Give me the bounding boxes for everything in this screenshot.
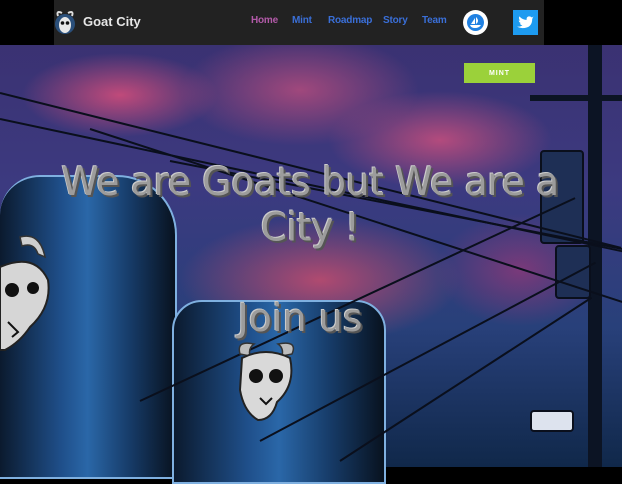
twitter-button[interactable] [513, 10, 538, 35]
opensea-icon [467, 14, 484, 31]
site-title[interactable]: Goat City [83, 14, 141, 29]
goat-logo-icon[interactable] [54, 10, 76, 36]
hero-headline: We are Goats but We are a City ! [61, 159, 559, 250]
nav-roadmap[interactable]: Roadmap [328, 15, 372, 26]
nav-team[interactable]: Team [422, 15, 447, 26]
mint-button[interactable]: MINT [464, 63, 535, 83]
goat-skull-left [0, 235, 50, 351]
twitter-icon [517, 15, 534, 28]
header-margin-left [0, 0, 54, 45]
goat-skull-center [238, 342, 295, 422]
header-margin-right [544, 0, 622, 45]
nav-home[interactable]: Home [251, 15, 278, 26]
site-header: Goat City Home Mint Roadmap Story Team [54, 0, 544, 45]
hero-subheadline: Join us [237, 296, 363, 340]
utility-pole-crossbar [530, 95, 622, 101]
nav-mint[interactable]: Mint [292, 15, 312, 26]
nav-story[interactable]: Story [383, 15, 408, 26]
opensea-button[interactable] [463, 10, 488, 35]
street-lamp [530, 410, 574, 432]
